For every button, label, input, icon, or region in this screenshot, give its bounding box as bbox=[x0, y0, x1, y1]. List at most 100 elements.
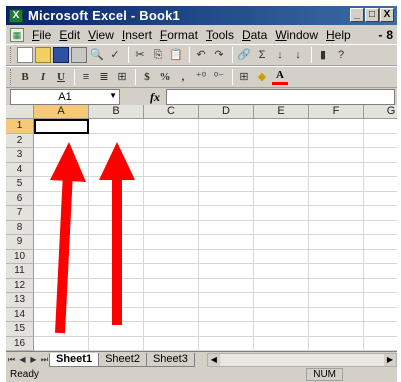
row-gridline bbox=[34, 205, 397, 206]
row-header-1[interactable]: 1 bbox=[6, 119, 34, 134]
workbook-restore-button[interactable]: 8 bbox=[386, 28, 393, 42]
menu-edit[interactable]: Edit bbox=[55, 28, 84, 42]
row-header-14[interactable]: 14 bbox=[6, 307, 34, 322]
formula-input[interactable] bbox=[166, 89, 395, 105]
menu-insert[interactable]: Insert bbox=[118, 28, 156, 42]
close-button[interactable]: X bbox=[380, 8, 394, 22]
row-header-13[interactable]: 13 bbox=[6, 293, 34, 308]
redo-icon[interactable]: ↷ bbox=[211, 47, 227, 63]
name-box[interactable]: A1 ▼ bbox=[10, 89, 120, 105]
borders-icon[interactable]: ⊞ bbox=[236, 69, 252, 85]
maximize-button[interactable]: □ bbox=[365, 8, 379, 22]
sort-descending-icon[interactable]: ↓ bbox=[290, 47, 306, 63]
merge-center-icon[interactable]: ⊞ bbox=[114, 69, 130, 85]
print-preview-icon[interactable]: 🔍 bbox=[89, 47, 105, 63]
row-gridline bbox=[34, 321, 397, 322]
minimize-button[interactable]: _ bbox=[350, 8, 364, 22]
toolbar-grip[interactable] bbox=[10, 47, 13, 63]
help-icon[interactable]: ? bbox=[333, 47, 349, 63]
row-gridline bbox=[34, 176, 397, 177]
autosum-icon[interactable]: Σ bbox=[254, 47, 270, 63]
font-color-button[interactable]: A bbox=[272, 69, 288, 85]
sort-ascending-icon[interactable]: ↓ bbox=[272, 47, 288, 63]
workbook-minimize-button[interactable]: - bbox=[378, 28, 382, 42]
menu-data[interactable]: Data bbox=[238, 28, 271, 42]
row-header-8[interactable]: 8 bbox=[6, 220, 34, 235]
chevron-down-icon[interactable]: ▼ bbox=[109, 91, 117, 100]
menu-tools[interactable]: Tools bbox=[202, 28, 238, 42]
excel-app-icon[interactable]: X bbox=[9, 8, 23, 23]
row-header-4[interactable]: 4 bbox=[6, 162, 34, 177]
chart-wizard-icon[interactable]: ▮ bbox=[315, 47, 331, 63]
first-sheet-button[interactable]: ⏮ bbox=[6, 355, 17, 365]
underline-button[interactable]: U bbox=[53, 69, 69, 85]
row-gridline bbox=[34, 248, 397, 250]
row-header-12[interactable]: 12 bbox=[6, 278, 34, 293]
hyperlink-icon[interactable]: 🔗 bbox=[236, 47, 252, 63]
row-gridline bbox=[34, 292, 397, 293]
row-gridline bbox=[34, 263, 397, 264]
row-header-10[interactable]: 10 bbox=[6, 249, 34, 264]
column-header-c[interactable]: C bbox=[144, 105, 199, 119]
row-header-15[interactable]: 15 bbox=[6, 322, 34, 337]
copy-icon[interactable]: ⎘ bbox=[150, 47, 166, 63]
column-gridline bbox=[143, 119, 144, 351]
row-header-6[interactable]: 6 bbox=[6, 191, 34, 206]
row-gridline bbox=[34, 147, 397, 148]
menu-format[interactable]: Format bbox=[156, 28, 202, 42]
prev-sheet-button[interactable]: ◀ bbox=[17, 355, 28, 364]
row-header-9[interactable]: 9 bbox=[6, 235, 34, 250]
new-document-icon[interactable] bbox=[17, 47, 33, 63]
align-left-icon[interactable]: ≡ bbox=[78, 69, 94, 85]
align-center-icon[interactable]: ≣ bbox=[96, 69, 112, 85]
next-sheet-button[interactable]: ▶ bbox=[28, 355, 39, 364]
spelling-icon[interactable]: ✓ bbox=[107, 47, 123, 63]
row-header-11[interactable]: 11 bbox=[6, 264, 34, 279]
active-cell-a1[interactable] bbox=[34, 119, 89, 134]
select-all-corner[interactable] bbox=[6, 105, 34, 119]
row-header-2[interactable]: 2 bbox=[6, 133, 34, 148]
menu-file[interactable]: File bbox=[28, 28, 55, 42]
paste-icon[interactable]: 📋 bbox=[168, 47, 184, 63]
toolbar-grip[interactable] bbox=[10, 69, 13, 85]
row-header-5[interactable]: 5 bbox=[6, 177, 34, 192]
worksheet-grid[interactable]: A B C D E F G 1 2 3 4 5 6 7 8 9 10 11 12 13 14 15 16 bbox=[6, 105, 397, 351]
fill-color-icon[interactable]: ◆ bbox=[254, 69, 270, 85]
currency-button[interactable]: $ bbox=[139, 69, 155, 85]
column-gridline bbox=[198, 119, 199, 351]
row-gridline bbox=[34, 306, 397, 308]
menu-window[interactable]: Window bbox=[271, 28, 322, 42]
comma-button[interactable]: , bbox=[175, 69, 191, 85]
row-header-7[interactable]: 7 bbox=[6, 206, 34, 221]
row-header-16[interactable]: 16 bbox=[6, 336, 34, 351]
tab-sheet2[interactable]: Sheet2 bbox=[98, 352, 147, 367]
cut-icon[interactable]: ✂ bbox=[132, 47, 148, 63]
horizontal-scrollbar[interactable]: ◀ ▶ bbox=[206, 352, 397, 367]
menu-help[interactable]: Help bbox=[322, 28, 355, 42]
increase-decimal-icon[interactable]: ⁺⁰ bbox=[193, 69, 209, 85]
formula-bar: A1 ▼ fx bbox=[6, 88, 397, 106]
column-header-b[interactable]: B bbox=[89, 105, 144, 119]
scroll-left-button[interactable]: ◀ bbox=[207, 353, 220, 366]
undo-icon[interactable]: ↶ bbox=[193, 47, 209, 63]
scroll-right-button[interactable]: ▶ bbox=[384, 353, 396, 366]
decrease-decimal-icon[interactable]: ⁰⁻ bbox=[211, 69, 227, 85]
open-folder-icon[interactable] bbox=[35, 47, 51, 63]
column-header-e[interactable]: E bbox=[254, 105, 309, 119]
column-header-g[interactable]: G bbox=[364, 105, 397, 119]
insert-function-icon[interactable]: fx bbox=[150, 90, 160, 105]
column-header-d[interactable]: D bbox=[199, 105, 254, 119]
print-icon[interactable] bbox=[71, 47, 87, 63]
menu-view[interactable]: View bbox=[84, 28, 118, 42]
row-header-3[interactable]: 3 bbox=[6, 148, 34, 163]
workbook-icon[interactable]: ▦ bbox=[10, 27, 24, 42]
column-header-f[interactable]: F bbox=[309, 105, 364, 119]
italic-button[interactable]: I bbox=[35, 69, 51, 85]
title-bar[interactable]: X Microsoft Excel - Book1 _ □ X bbox=[6, 6, 397, 25]
column-header-a[interactable]: A bbox=[34, 105, 89, 119]
save-icon[interactable] bbox=[53, 47, 69, 63]
tab-sheet1[interactable]: Sheet1 bbox=[49, 352, 100, 367]
bold-button[interactable]: B bbox=[17, 69, 33, 85]
tab-sheet3[interactable]: Sheet3 bbox=[145, 352, 195, 367]
percent-button[interactable]: % bbox=[157, 69, 173, 85]
